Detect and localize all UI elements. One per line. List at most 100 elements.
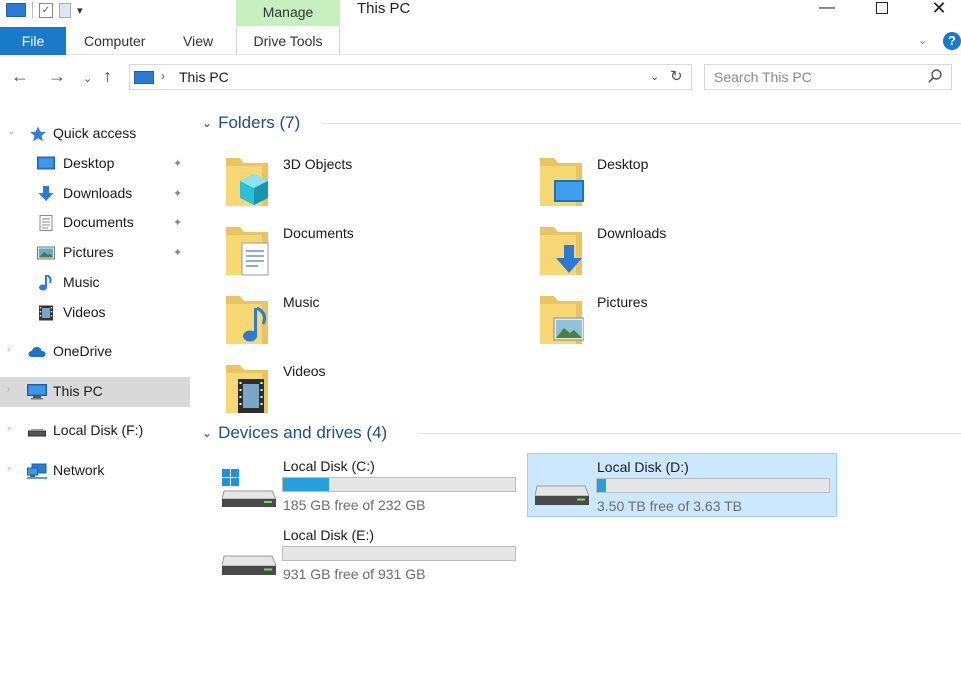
up-button[interactable]: ↑ <box>103 65 112 87</box>
drive-name: Local Disk (C:) <box>283 458 375 474</box>
group-collapse-chevron-icon[interactable]: ⌄ <box>202 426 212 440</box>
search-box[interactable] <box>704 64 952 90</box>
pc-icon[interactable] <box>6 3 26 17</box>
expand-chevron-icon[interactable]: › <box>7 463 10 474</box>
group-collapse-chevron-icon[interactable]: ⌄ <box>202 116 212 130</box>
drive-local-disk-d[interactable]: Local Disk (D:) 3.50 TB free of 3.63 TB <box>527 453 837 517</box>
breadcrumb-this-pc[interactable]: This PC <box>179 69 229 85</box>
pin-icon[interactable]: ✦ <box>173 216 182 229</box>
sidebar-item-pictures[interactable]: Pictures ✦ <box>0 238 190 268</box>
breadcrumb-separator[interactable]: › <box>161 69 165 83</box>
sidebar-item-downloads[interactable]: Downloads ✦ <box>0 179 190 209</box>
drive-local-disk-e[interactable]: Local Disk (E:) 931 GB free of 931 GB <box>196 522 516 586</box>
back-button[interactable]: ← <box>11 65 29 87</box>
folder-name: Desktop <box>597 156 649 172</box>
system-drive-icon <box>222 469 276 507</box>
drive-free-space: 3.50 TB free of 3.63 TB <box>597 498 743 514</box>
new-folder-icon[interactable] <box>59 2 71 18</box>
usb-drive-icon <box>28 429 46 437</box>
folder-name: Videos <box>283 363 326 379</box>
window-title: This PC <box>357 0 411 17</box>
sidebar-item-quick-access[interactable]: ⌄ Quick access <box>0 119 190 149</box>
folder-pictures[interactable]: Pictures <box>510 286 810 352</box>
drive-icon <box>222 555 276 575</box>
folder-desktop[interactable]: Desktop <box>510 148 810 214</box>
folder-name: Documents <box>283 225 354 241</box>
drive-icon <box>535 485 589 505</box>
pc-icon <box>27 384 47 400</box>
folder-downloads-icon <box>540 227 582 275</box>
forward-button[interactable]: → <box>48 65 66 87</box>
sidebar-item-onedrive[interactable]: › OneDrive <box>0 337 190 367</box>
folder-3d-objects[interactable]: 3D Objects <box>196 148 496 214</box>
sidebar-item-music[interactable]: Music <box>0 268 190 298</box>
address-history-dropdown[interactable]: ⌄ <box>650 70 659 83</box>
folder-documents[interactable]: Documents <box>196 217 496 283</box>
close-button[interactable]: ✕ <box>924 0 954 18</box>
desktop-icon <box>37 156 55 170</box>
address-bar[interactable]: › This PC ⌄ ↻ <box>129 64 692 90</box>
ribbon-tabs: File Computer View Drive Tools ⌄ ? <box>0 27 961 55</box>
drive-name: Local Disk (E:) <box>283 527 375 543</box>
search-input[interactable] <box>705 65 920 89</box>
drive-usage-fill <box>597 479 607 492</box>
sidebar-item-label: Network <box>53 462 105 478</box>
download-icon <box>38 186 54 201</box>
drive-free-space: 185 GB free of 232 GB <box>283 497 426 513</box>
tab-computer[interactable]: Computer <box>84 27 145 55</box>
collapse-chevron-icon[interactable]: ⌄ <box>7 126 15 137</box>
sidebar-item-desktop[interactable]: Desktop ✦ <box>0 149 190 179</box>
folder-name: 3D Objects <box>283 156 353 172</box>
drive-local-disk-c[interactable]: Local Disk (C:) 185 GB free of 232 GB <box>196 453 516 517</box>
sidebar-item-label: Desktop <box>63 155 115 171</box>
group-divider <box>417 433 961 434</box>
drive-usage-bar <box>282 546 516 561</box>
sidebar-item-videos[interactable]: Videos <box>0 298 190 328</box>
search-icon[interactable] <box>927 68 943 84</box>
expand-ribbon-chevron-icon[interactable]: ⌄ <box>918 27 927 55</box>
sidebar-item-documents[interactable]: Documents ✦ <box>0 208 190 238</box>
sidebar-item-label: OneDrive <box>53 343 113 359</box>
tab-drive-tools[interactable]: Drive Tools <box>236 27 340 55</box>
cloud-icon <box>28 346 46 357</box>
tab-view[interactable]: View <box>183 27 213 55</box>
customize-toolbar-dropdown[interactable]: ▾ <box>77 4 83 17</box>
properties-icon[interactable]: ✓ <box>39 2 53 18</box>
drive-usage-bar <box>282 477 516 492</box>
title-bar: ✓ ▾ Manage This PC — ✕ <box>0 0 961 27</box>
help-icon[interactable]: ? <box>943 32 961 50</box>
maximize-icon <box>876 2 888 14</box>
folder-music[interactable]: Music <box>196 286 496 352</box>
sidebar-item-label: Pictures <box>63 244 114 260</box>
picture-icon <box>37 246 55 260</box>
sidebar-item-this-pc[interactable]: › This PC <box>0 377 190 407</box>
pin-icon[interactable]: ✦ <box>173 157 182 170</box>
manage-context-tab[interactable]: Manage <box>236 0 340 26</box>
sidebar-item-network[interactable]: › Network <box>0 456 190 486</box>
folder-desktop-icon <box>540 158 584 206</box>
devices-group-header[interactable]: ⌄ Devices and drives (4) <box>202 422 961 444</box>
video-icon <box>39 305 53 321</box>
folder-music-icon <box>226 296 268 344</box>
recent-locations-button[interactable]: ⌄ <box>83 68 92 90</box>
expand-chevron-icon[interactable]: › <box>7 423 10 434</box>
drive-name: Local Disk (D:) <box>597 459 689 475</box>
pin-icon[interactable]: ✦ <box>173 187 182 200</box>
pin-icon[interactable]: ✦ <box>173 246 182 259</box>
folder-videos-icon <box>226 365 268 413</box>
folder-videos[interactable]: Videos <box>196 355 496 421</box>
refresh-button[interactable]: ↻ <box>670 67 683 85</box>
devices-group-title: Devices and drives (4) <box>218 423 388 442</box>
drive-usage-bar <box>596 478 830 493</box>
folders-group-title: Folders (7) <box>218 113 301 132</box>
folder-3d-objects-icon <box>226 158 268 206</box>
sidebar-item-label: This PC <box>53 383 103 399</box>
expand-chevron-icon[interactable]: › <box>7 384 10 395</box>
tab-file[interactable]: File <box>0 27 66 55</box>
maximize-button[interactable] <box>867 0 897 18</box>
minimize-button[interactable]: — <box>812 0 842 18</box>
expand-chevron-icon[interactable]: › <box>7 344 10 355</box>
folders-group-header[interactable]: ⌄ Folders (7) <box>202 112 961 134</box>
sidebar-item-local-disk-f[interactable]: › Local Disk (F:) <box>0 416 190 446</box>
folder-downloads[interactable]: Downloads <box>510 217 810 283</box>
